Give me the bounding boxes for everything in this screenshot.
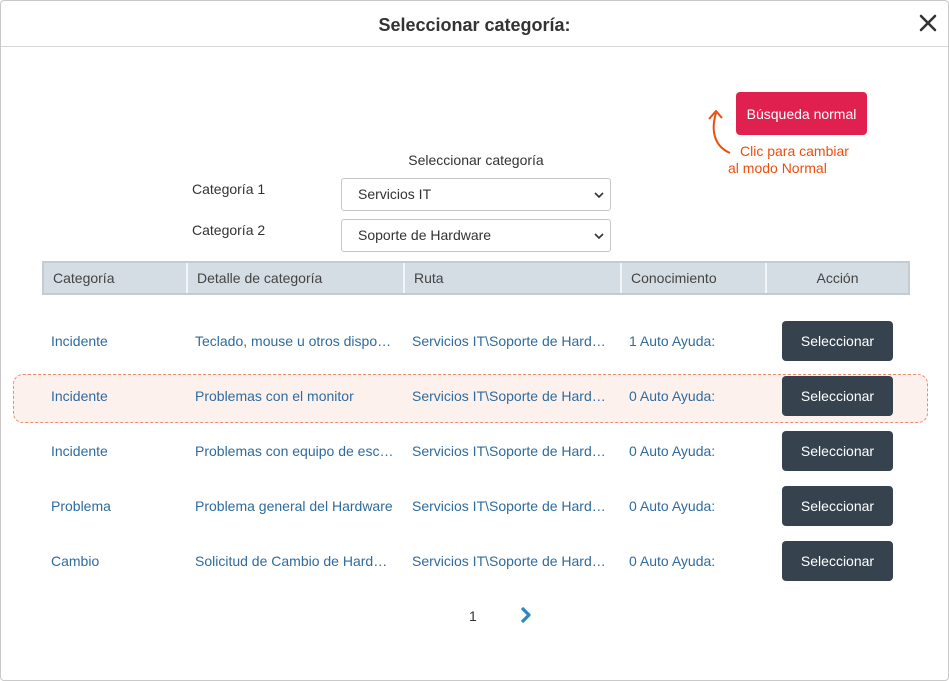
- dialog-header: Seleccionar categoría:: [1, 1, 948, 47]
- curved-arrow-icon: [708, 110, 731, 154]
- row-category[interactable]: Cambio: [51, 541, 181, 581]
- chevron-down-icon: [594, 192, 604, 199]
- table-row-highlighted: Incidente Problemas con el monitor Servi…: [13, 374, 928, 426]
- row-path[interactable]: Servicios IT\Soporte de Hardware: [412, 376, 608, 416]
- row-path[interactable]: Servicios IT\Soporte de Hardware: [412, 431, 608, 471]
- row-category[interactable]: Incidente: [51, 321, 181, 361]
- row-detail[interactable]: Problema general del Hardware: [195, 486, 400, 526]
- category2-select[interactable]: Soporte de Hardware: [341, 219, 611, 252]
- table-row: Incidente Teclado, mouse u otros disposi…: [42, 321, 910, 371]
- toggle-hint: Clic para cambiar al modo Normal: [728, 143, 890, 177]
- select-button[interactable]: Seleccionar: [782, 431, 893, 471]
- row-detail[interactable]: Problemas con el monitor: [195, 376, 395, 416]
- row-knowledge[interactable]: 0 Auto Ayuda:: [629, 541, 759, 581]
- column-header-detail[interactable]: Detalle de categoría: [188, 263, 405, 293]
- select-button[interactable]: Seleccionar: [782, 376, 893, 416]
- select-category-dialog: Seleccionar categoría: Búsqueda normal C…: [0, 0, 949, 681]
- page-number[interactable]: 1: [469, 608, 477, 624]
- category2-value: Soporte de Hardware: [358, 227, 492, 243]
- column-header-path[interactable]: Ruta: [405, 263, 622, 293]
- row-knowledge[interactable]: 0 Auto Ayuda:: [629, 431, 759, 471]
- table-row: Cambio Solicitud de Cambio de Hardware S…: [42, 541, 910, 591]
- close-icon[interactable]: [918, 13, 938, 33]
- column-header-action: Acción: [816, 270, 859, 286]
- row-path[interactable]: Servicios IT\Soporte de Hardware: [412, 321, 608, 361]
- table-row: Problema Problema general del Hardware S…: [42, 486, 910, 536]
- row-path[interactable]: Servicios IT\Soporte de Hardware: [412, 541, 608, 581]
- filter-heading: Seleccionar categoría: [408, 152, 544, 168]
- row-path[interactable]: Servicios IT\Soporte de Hardware: [412, 486, 608, 526]
- toggle-hint-line2: al modo Normal: [728, 160, 827, 176]
- table-row: Incidente Problemas con equipo de escrit…: [42, 431, 910, 481]
- category1-select[interactable]: Servicios IT: [341, 178, 611, 211]
- select-button[interactable]: Seleccionar: [782, 321, 893, 361]
- row-category[interactable]: Incidente: [51, 431, 181, 471]
- category1-label: Categoría 1: [192, 181, 266, 197]
- row-category[interactable]: Incidente: [51, 376, 181, 416]
- chevron-right-icon[interactable]: [518, 605, 534, 625]
- normal-search-button[interactable]: Búsqueda normal: [736, 92, 867, 135]
- chevron-down-icon: [594, 233, 604, 240]
- category2-label: Categoría 2: [192, 222, 266, 238]
- toggle-hint-line1: Clic para cambiar: [740, 143, 849, 159]
- row-knowledge[interactable]: 0 Auto Ayuda:: [629, 376, 759, 416]
- select-button[interactable]: Seleccionar: [782, 541, 893, 581]
- row-category[interactable]: Problema: [51, 486, 181, 526]
- row-knowledge[interactable]: 0 Auto Ayuda:: [629, 486, 759, 526]
- row-knowledge[interactable]: 1 Auto Ayuda:: [629, 321, 759, 361]
- row-detail[interactable]: Teclado, mouse u otros dispositivos: [195, 321, 395, 361]
- column-header-category[interactable]: Categoría: [44, 263, 188, 293]
- dialog-title: Seleccionar categoría:: [378, 15, 571, 35]
- column-header-knowledge[interactable]: Conocimiento: [622, 263, 767, 293]
- select-button[interactable]: Seleccionar: [782, 486, 893, 526]
- category1-value: Servicios IT: [358, 186, 432, 202]
- row-detail[interactable]: Solicitud de Cambio de Hardware: [195, 541, 395, 581]
- table-header: Categoría Detalle de categoría Ruta Cono…: [42, 261, 910, 295]
- row-detail[interactable]: Problemas con equipo de escritorio: [195, 431, 395, 471]
